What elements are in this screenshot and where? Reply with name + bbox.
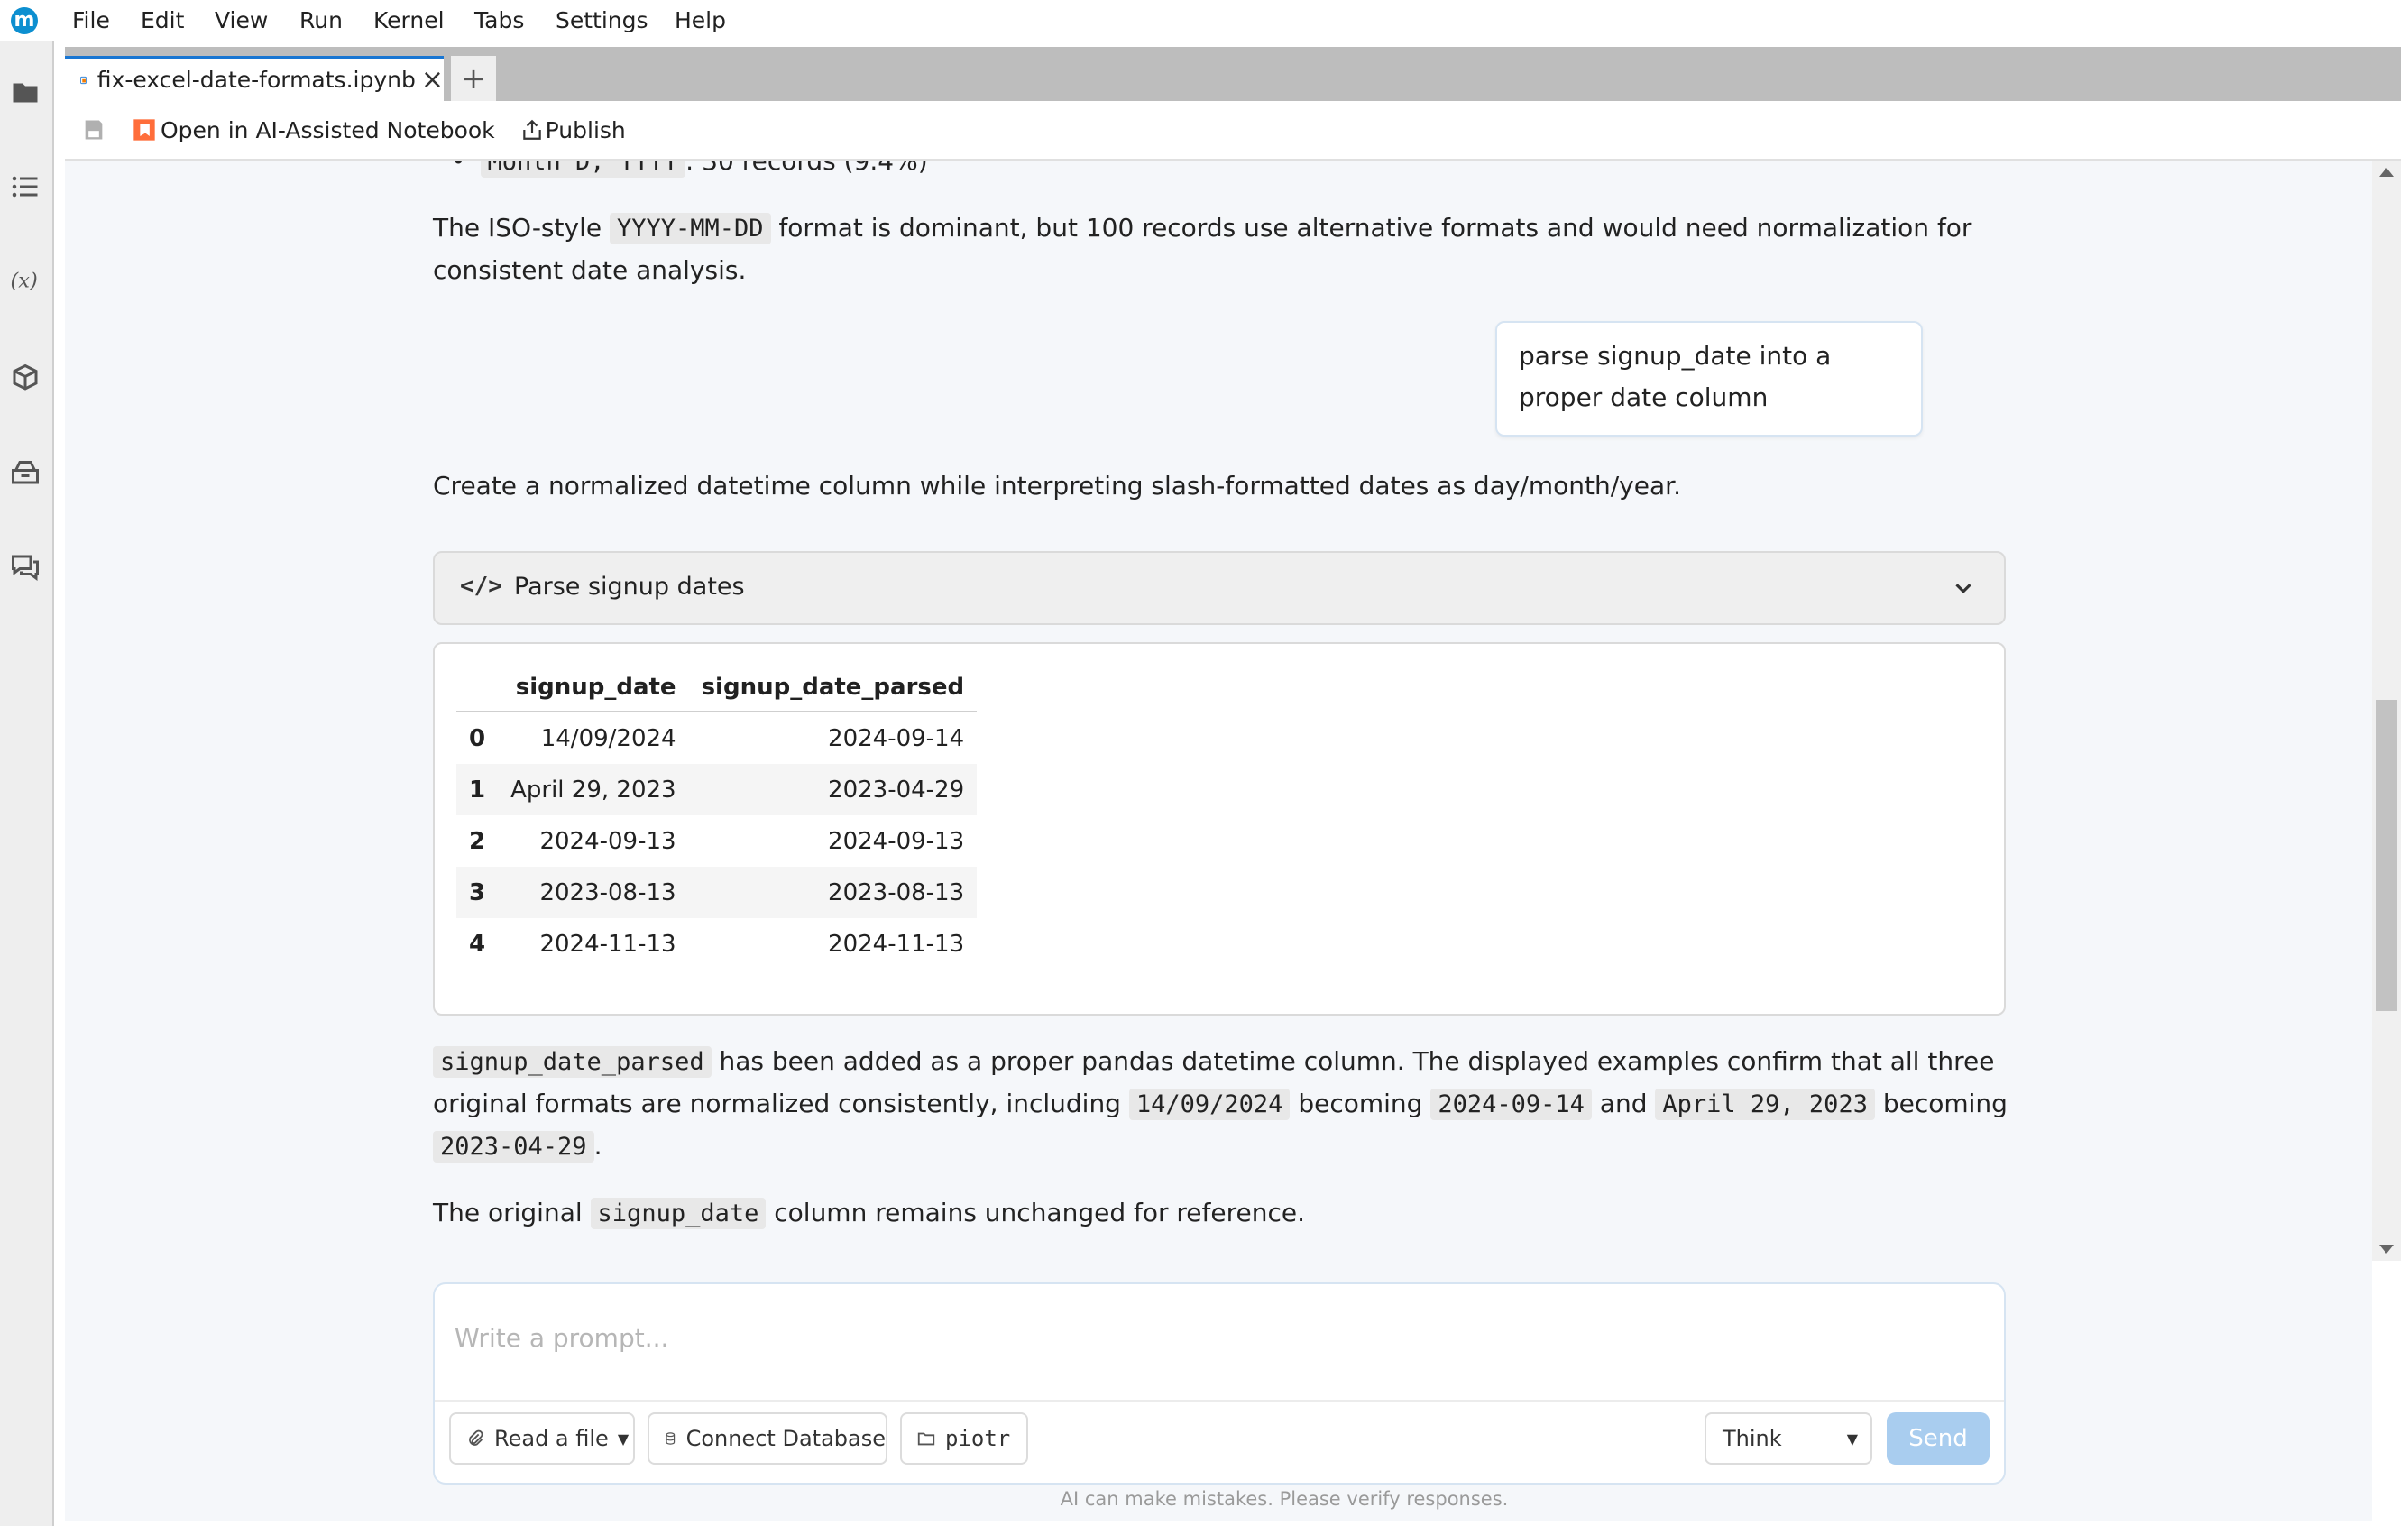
svg-text:(x): (x) bbox=[11, 270, 38, 293]
table-cell: April 29, 2023 bbox=[498, 764, 689, 815]
toc-button[interactable] bbox=[0, 164, 51, 209]
paperclip-icon bbox=[469, 1429, 483, 1446]
menu-edit[interactable]: Edit bbox=[141, 7, 184, 33]
add-tab-button[interactable]: + bbox=[451, 56, 496, 101]
cell-output: signup_date signup_date_parsed 0 14/09/2… bbox=[433, 642, 2006, 1016]
table-header-index bbox=[456, 664, 499, 712]
notebook-icon bbox=[80, 76, 87, 84]
left-sidebar: (x) bbox=[0, 41, 54, 1526]
table-row: 1 April 29, 2023 2023-04-29 bbox=[456, 764, 978, 815]
divider bbox=[435, 1400, 2004, 1402]
workspace-folder-button[interactable]: piotr bbox=[900, 1412, 1028, 1465]
user-message: parse signup_date into a proper date col… bbox=[1495, 321, 1923, 437]
table-cell: 2023-04-29 bbox=[688, 764, 978, 815]
folder-icon bbox=[13, 83, 38, 103]
folder-open-icon bbox=[917, 1432, 935, 1446]
inline-code: 2024-09-14 bbox=[1430, 1089, 1592, 1120]
cabinet-icon bbox=[12, 461, 39, 484]
inline-code: signup_date bbox=[590, 1198, 767, 1229]
tab-strip: fix-excel-date-formats.ipynb × + bbox=[65, 47, 2401, 101]
app-logo: m bbox=[11, 7, 38, 34]
open-ai-notebook-button[interactable]: Open in AI-Assisted Notebook bbox=[161, 117, 495, 143]
inline-code: signup_date_parsed bbox=[433, 1046, 712, 1078]
menu-run[interactable]: Run bbox=[299, 7, 343, 33]
row-index: 0 bbox=[469, 724, 486, 752]
mode-select[interactable]: Think ▼ bbox=[1705, 1412, 1872, 1465]
table-cell: 14/09/2024 bbox=[540, 724, 676, 752]
caret-down-icon: ▼ bbox=[1846, 1429, 1858, 1448]
tab-close-button[interactable]: × bbox=[421, 64, 444, 96]
table-row: 2 2024-09-13 2024-09-13 bbox=[456, 815, 977, 867]
ai-notebook-icon bbox=[133, 119, 155, 141]
menu-bar: m File Edit View Run Kernel Tabs Setting… bbox=[0, 0, 2408, 41]
paragraph-plan: Create a normalized datetime column whil… bbox=[433, 471, 1681, 501]
tab-title: fix-excel-date-formats.ipynb bbox=[97, 67, 416, 93]
row-index: 2 bbox=[469, 827, 486, 855]
table-row: 3 2023-08-13 2023-08-13 bbox=[456, 867, 978, 918]
kernels-button[interactable] bbox=[0, 449, 51, 494]
publish-button[interactable]: Publish bbox=[546, 117, 626, 143]
table-cell: 2023-08-13 bbox=[498, 867, 689, 918]
row-index: 3 bbox=[456, 867, 499, 918]
chat-icon bbox=[12, 555, 39, 581]
menu-tabs[interactable]: Tabs bbox=[474, 7, 524, 33]
row-index: 1 bbox=[456, 764, 499, 815]
inline-code: YYYY-MM-DD bbox=[609, 213, 771, 244]
save-icon[interactable] bbox=[81, 117, 106, 142]
inline-code: 14/09/2024 bbox=[1128, 1089, 1291, 1120]
menu-view[interactable]: View bbox=[215, 7, 268, 33]
menu-kernel[interactable]: Kernel bbox=[373, 7, 445, 33]
notebook-content: • Month D, YYYY: 30 records (9.4%) The IS… bbox=[65, 161, 2372, 1521]
scroll-up-icon[interactable] bbox=[2379, 168, 2394, 177]
menu-file[interactable]: File bbox=[72, 7, 110, 33]
file-browser-button[interactable] bbox=[0, 70, 51, 115]
inline-code: Month D, YYYY bbox=[480, 161, 685, 178]
connect-database-button[interactable]: Connect Database bbox=[648, 1412, 887, 1465]
bullet-item: • Month D, YYYY: 30 records (9.4%) bbox=[433, 161, 2020, 183]
inline-code: 2023-04-29 bbox=[433, 1131, 594, 1163]
prompt-input[interactable] bbox=[453, 1297, 1981, 1378]
ai-disclaimer: AI can make mistakes. Please verify resp… bbox=[1060, 1488, 1509, 1510]
database-icon bbox=[666, 1432, 676, 1445]
paragraph-result: signup_date_parsed has been added as a p… bbox=[433, 1046, 2008, 1163]
variable-icon: (x) bbox=[11, 270, 38, 293]
table-row: 4 2024-11-13 2024-11-13 bbox=[456, 918, 977, 970]
caret-down-icon: ▼ bbox=[617, 1429, 630, 1448]
table-cell: 2024-09-14 bbox=[828, 724, 965, 752]
dataframe-table: signup_date signup_date_parsed 0 14/09/2… bbox=[456, 664, 978, 970]
inline-code: April 29, 2023 bbox=[1655, 1089, 1875, 1120]
row-index: 4 bbox=[469, 930, 486, 958]
prompt-composer: Read a file ▼ Connect Database piotr Thi… bbox=[433, 1282, 2006, 1485]
table-cell: 2024-09-13 bbox=[539, 827, 676, 855]
vertical-scrollbar[interactable] bbox=[2372, 161, 2401, 1261]
table-cell: 2024-11-13 bbox=[828, 930, 965, 958]
notebook-toolbar: Open in AI-Assisted Notebook Publish bbox=[65, 101, 2401, 161]
code-icon: </> bbox=[460, 573, 502, 600]
menu-settings[interactable]: Settings bbox=[556, 7, 648, 33]
paragraph-note: The original signup_date column remains … bbox=[433, 1198, 1306, 1229]
table-header-signup-date-parsed: signup_date_parsed bbox=[688, 664, 978, 712]
table-row: 0 14/09/2024 2024-09-14 bbox=[456, 712, 977, 764]
package-icon bbox=[13, 363, 38, 391]
table-header-signup-date: signup_date bbox=[498, 664, 689, 712]
variables-button[interactable]: (x) bbox=[0, 258, 51, 303]
extensions-button[interactable] bbox=[0, 355, 51, 400]
publish-icon bbox=[522, 119, 541, 140]
cell-title: Parse signup dates bbox=[514, 573, 745, 601]
table-cell: 2024-11-13 bbox=[539, 930, 676, 958]
menu-help[interactable]: Help bbox=[675, 7, 726, 33]
read-file-button[interactable]: Read a file ▼ bbox=[449, 1412, 635, 1465]
table-cell: 2023-08-13 bbox=[688, 867, 978, 918]
scroll-thumb[interactable] bbox=[2376, 700, 2397, 1011]
code-cell-header[interactable]: </> Parse signup dates bbox=[433, 551, 2006, 625]
tab-notebook[interactable]: fix-excel-date-formats.ipynb × bbox=[65, 56, 444, 101]
chevron-down-icon[interactable] bbox=[1950, 575, 1977, 602]
scroll-down-icon[interactable] bbox=[2379, 1245, 2394, 1254]
paragraph-format-summary: The ISO-style YYYY-MM-DD format is domin… bbox=[433, 213, 1972, 285]
chat-button[interactable] bbox=[0, 545, 51, 590]
send-button[interactable]: Send bbox=[1887, 1412, 1990, 1465]
table-cell: 2024-09-13 bbox=[828, 827, 965, 855]
list-icon bbox=[12, 176, 38, 198]
